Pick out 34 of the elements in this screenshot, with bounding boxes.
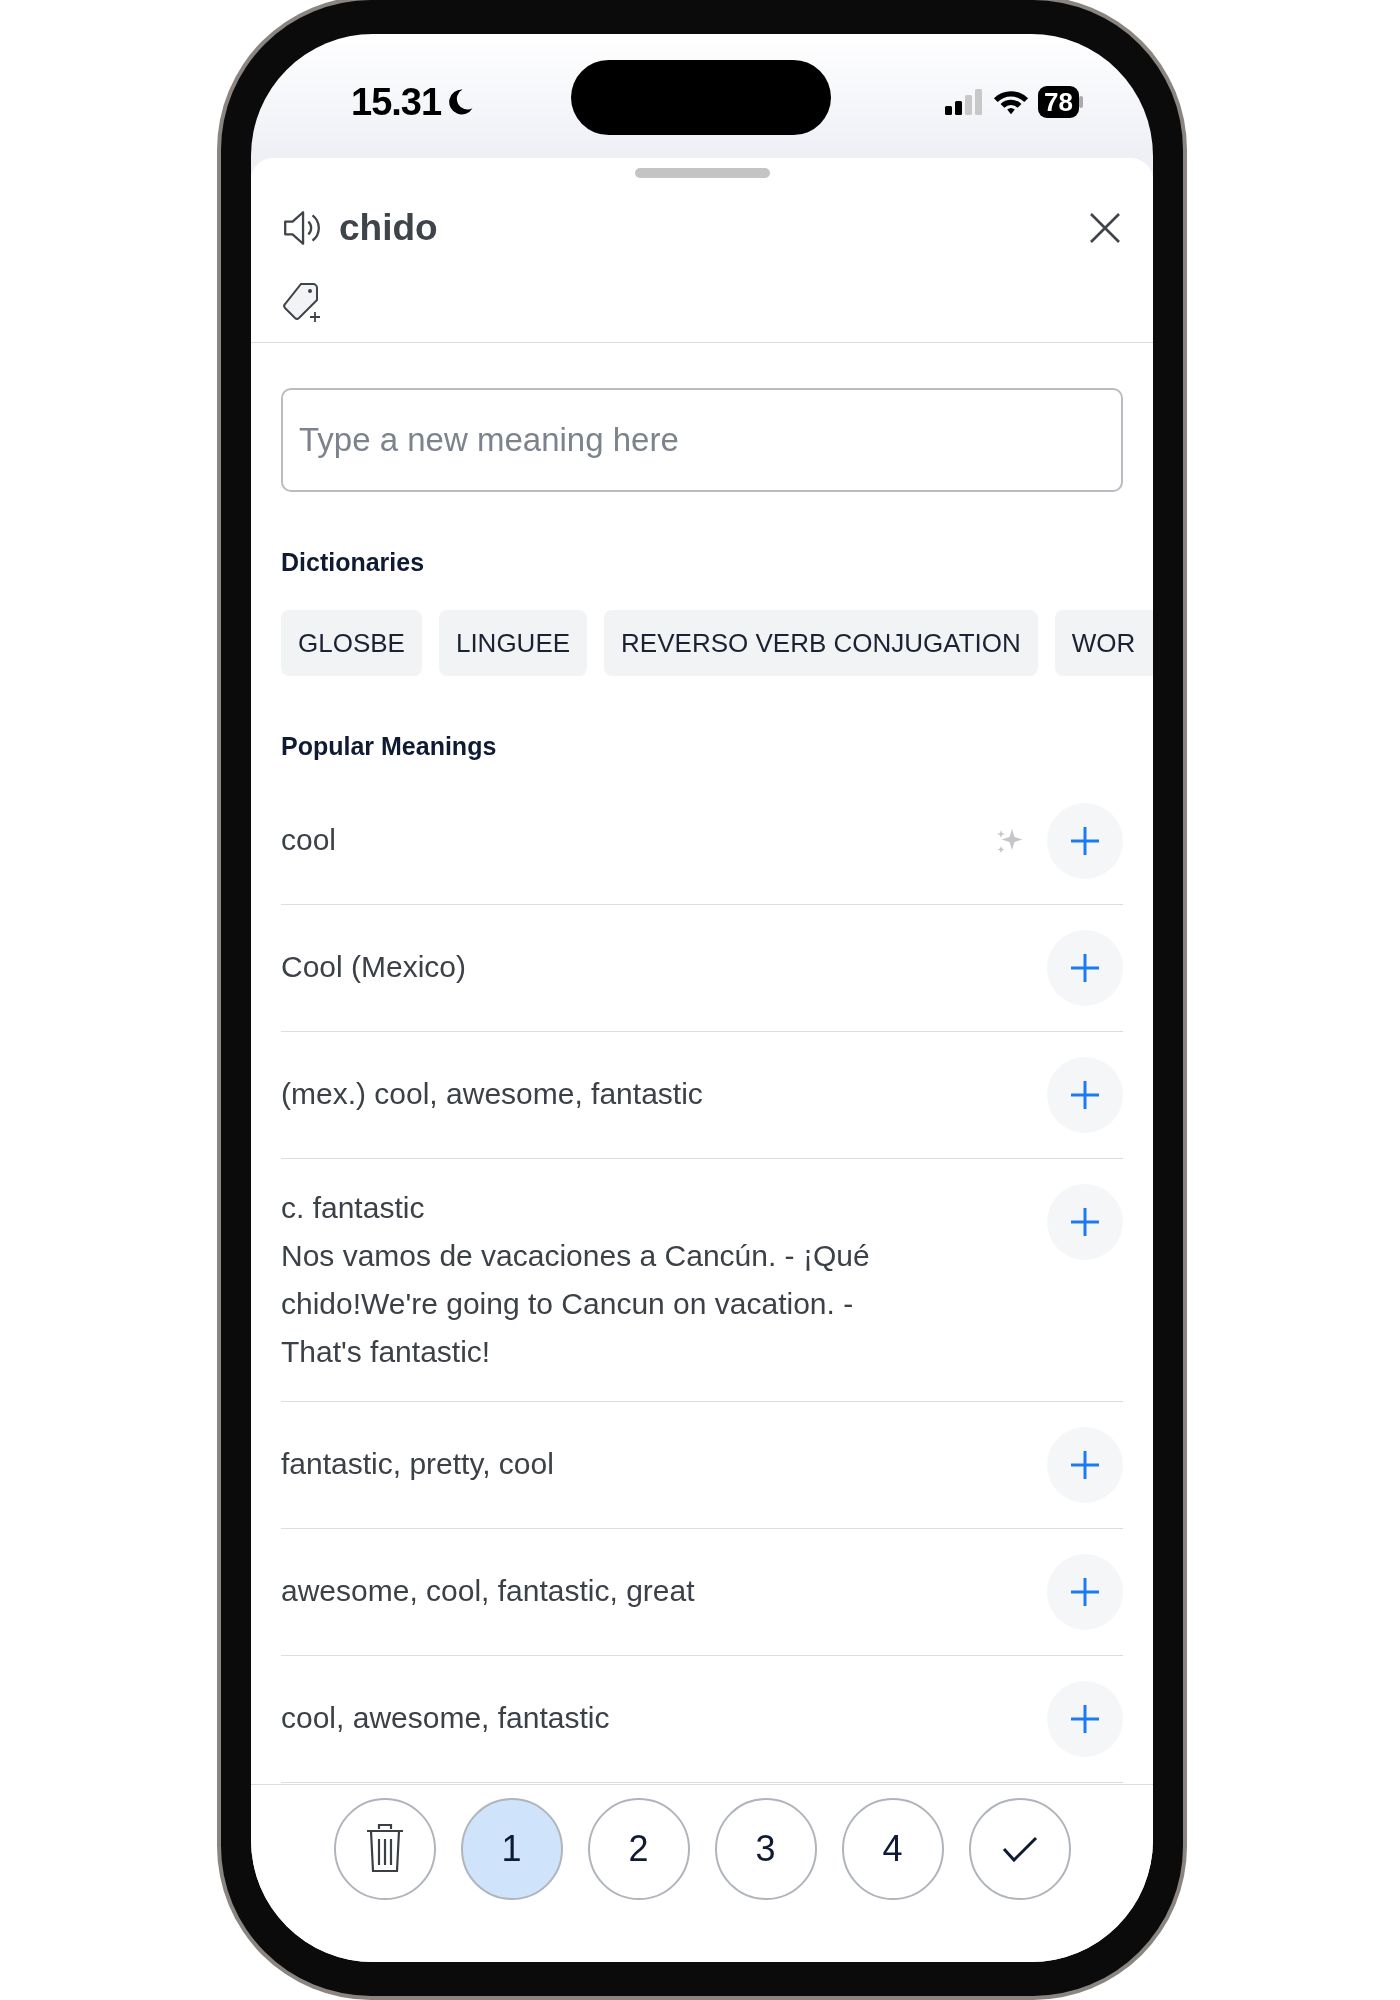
example-sentence: Nos vamos de vacaciones a Cancún. - ¡Qué chido!We're going to Cancun on vacation. - That's fantastic!: [281, 1237, 871, 1370]
meaning-text: Cool (Mexico): [281, 948, 468, 985]
meaning-text: c. fantastic: [281, 1189, 426, 1226]
meaning-input-field[interactable]: Type a new meaning here: [281, 387, 1123, 492]
rating-button[interactable]: 1: [460, 1798, 563, 1900]
plus-icon: [1069, 951, 1101, 984]
meaning-text: fantastic, pretty, cool: [281, 1445, 555, 1482]
dictionary-chip[interactable]: GLOSBE: [281, 610, 422, 676]
rating-button[interactable]: 3: [714, 1798, 817, 1900]
check-icon: [1000, 1834, 1039, 1864]
rating-button[interactable]: 4: [841, 1798, 944, 1900]
rating-button[interactable]: 2: [587, 1798, 690, 1900]
status-time: 15.31: [351, 79, 442, 125]
trash-icon: [364, 1823, 405, 1875]
dictionary-chip[interactable]: LINGUEE: [438, 610, 588, 676]
battery-level: 78: [1038, 86, 1079, 118]
dictionary-chip[interactable]: WOR: [1054, 610, 1153, 676]
meaning-text: cool, awesome, fantastic: [281, 1699, 611, 1736]
section-heading: Popular Meanings: [280, 731, 498, 762]
meaning-text: (mex.) cool, awesome, fantastic: [281, 1075, 704, 1112]
plus-icon: [1069, 1575, 1101, 1608]
plus-icon: [1069, 1702, 1101, 1735]
plus-icon: [1069, 1078, 1101, 1111]
drag-handle[interactable]: [634, 168, 770, 178]
plus-icon: [1069, 824, 1101, 857]
dictionary-chip[interactable]: REVERSO VERB CONJUGATION: [604, 610, 1038, 676]
plus-icon: [1069, 1448, 1101, 1481]
meaning-text: cool: [281, 821, 338, 858]
section-heading: Dictionaries: [280, 546, 426, 578]
plus-icon: [1069, 1205, 1101, 1238]
meaning-text: awesome, cool, fantastic, great: [281, 1572, 696, 1609]
battery-tip-icon: [1079, 96, 1083, 108]
signal-icon: [944, 88, 985, 116]
word-title: chido: [339, 206, 438, 250]
